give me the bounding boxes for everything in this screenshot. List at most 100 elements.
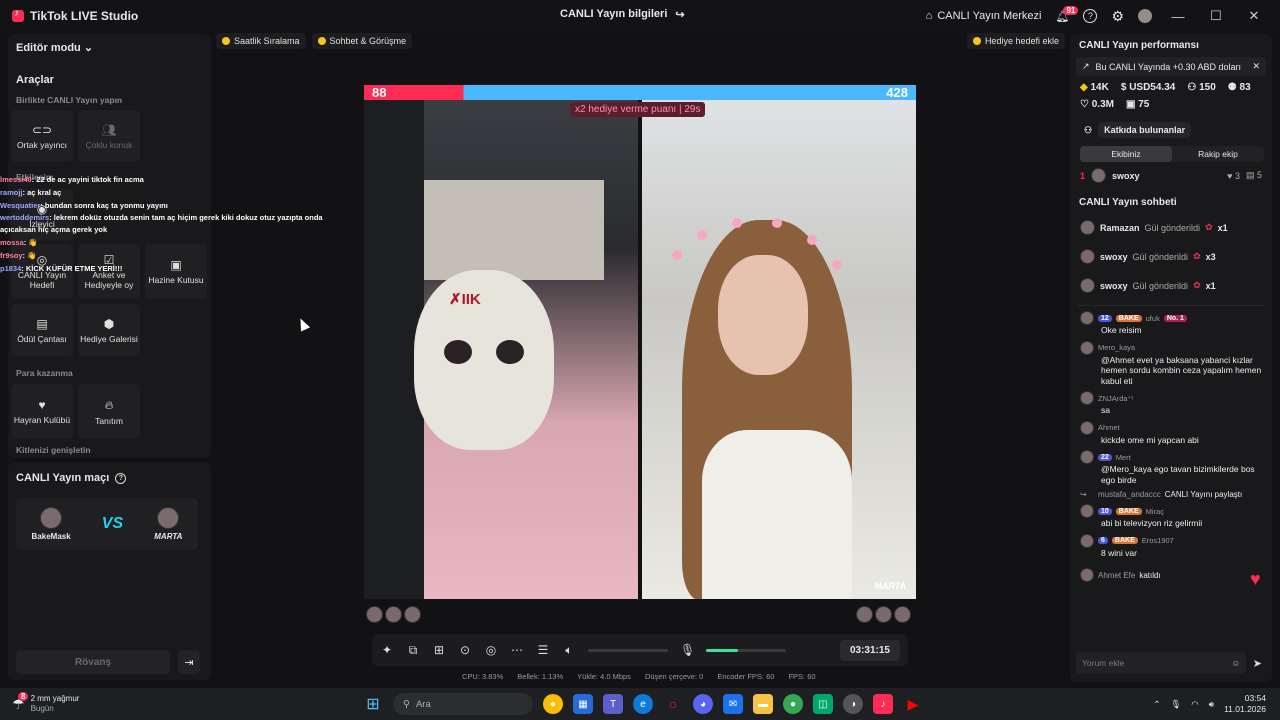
clock[interactable]: 03:54 11.01.2026 xyxy=(1224,693,1266,715)
tiktok-taskbar-icon[interactable]: ♪ xyxy=(873,694,893,714)
camera-switch-icon[interactable]: ◎ xyxy=(484,643,498,657)
gear-icon[interactable]: ⚙ xyxy=(1111,8,1124,25)
microphone-icon[interactable]: 🎙︎ xyxy=(1171,699,1182,710)
chrome-icon[interactable]: ● xyxy=(543,694,563,714)
tile-multi-guest[interactable]: 👥︎ Çoklu konuk xyxy=(78,110,140,162)
comment-item: 12 BAKE ufuk No. 1 Oke reisim xyxy=(1070,306,1272,336)
folder-icon[interactable]: ▬ xyxy=(753,694,773,714)
tile-fan-club[interactable]: ♥ Hayran Kulübü xyxy=(11,384,73,439)
volume-icon[interactable]: 🔊︎ xyxy=(1209,699,1214,710)
hourly-ranking-button[interactable]: Saatlik Sıralama xyxy=(216,33,306,49)
stat-cpu: CPU: 3.83% xyxy=(462,672,504,681)
add-gift-goal-button[interactable]: Hediye hedefi ekle xyxy=(966,33,1065,49)
teams-icon[interactable]: T xyxy=(603,694,623,714)
help-icon[interactable]: ? xyxy=(1083,9,1098,23)
mic-level-fill xyxy=(706,648,738,652)
performance-title: CANLI Yayın performansı xyxy=(1079,40,1199,51)
speaker-icon[interactable]: 🔈︎ xyxy=(562,643,576,658)
app-title: TikTok LIVE Studio xyxy=(30,9,139,23)
contributors-button[interactable]: Katkıda bulunanlar xyxy=(1098,122,1192,138)
record-icon[interactable]: ⊙ xyxy=(458,643,472,657)
profile-avatar[interactable] xyxy=(1138,9,1152,23)
mask-eye xyxy=(444,340,472,364)
chrome-profile-icon[interactable]: ● xyxy=(783,694,803,714)
tile-cohost[interactable]: ⊂⊃ Ortak yayıncı xyxy=(11,110,73,162)
tile-gift-gallery[interactable]: ⬢ Hediye Galerisi xyxy=(78,304,140,356)
vs-label: VS xyxy=(101,515,124,532)
avatar[interactable] xyxy=(404,606,421,623)
tile-reward-bag[interactable]: ▤ Ödül Çantası xyxy=(11,304,73,356)
screen-share-icon[interactable]: ⧉ xyxy=(406,643,420,658)
taskbar-search[interactable]: ⚲ Ara xyxy=(393,693,533,715)
avatar[interactable] xyxy=(875,606,892,623)
app-green-icon[interactable]: ◫ xyxy=(813,694,833,714)
edge-icon[interactable]: e xyxy=(633,694,653,714)
avatar xyxy=(1080,450,1094,464)
help-icon[interactable]: ? xyxy=(115,472,127,484)
magic-wand-icon[interactable]: ✦ xyxy=(380,643,394,657)
app-gray-icon[interactable]: ◑ xyxy=(843,694,863,714)
live-center-button[interactable]: ⌂ CANLI Yayın Merkezi xyxy=(926,10,1042,22)
avatar[interactable] xyxy=(366,606,383,623)
avatar xyxy=(40,507,63,529)
mic-level-slider[interactable] xyxy=(706,648,786,652)
rematch-button[interactable]: Rövanş xyxy=(16,650,170,674)
stream-controls: ✦ ⧉ ⊞ ⊙ ◎ ⋯ ☰ 🔈︎ 🎙︎ 03:31:15 xyxy=(372,634,908,666)
avatar[interactable] xyxy=(385,606,402,623)
exit-icon[interactable]: ⇥ xyxy=(178,650,200,674)
tab-our-team[interactable]: Ekibiniz xyxy=(1080,146,1172,162)
metrics-row-2: ♡ 0.3M ▣ 75 xyxy=(1070,93,1272,110)
left-top-gifters xyxy=(366,606,421,624)
tiktok-logo-icon xyxy=(12,8,24,22)
match-title: CANLI Yayın maçı xyxy=(16,472,110,484)
rank-gifts: ▤ 5 xyxy=(1245,170,1262,180)
live-info-button[interactable]: CANLI Yayın bilgileri ↪ xyxy=(560,8,685,21)
more-icon[interactable]: ⋯ xyxy=(510,643,524,657)
gift-item: swoxy Gül gönderildi ✿ x3 xyxy=(1070,235,1272,264)
weather-widget[interactable]: ☂ 8 2 mm yağmur Bugün xyxy=(0,691,330,714)
opera-icon[interactable]: ○ xyxy=(663,694,683,714)
microphone-icon[interactable]: 🎙︎ xyxy=(680,643,695,657)
close-icon[interactable]: ✕ xyxy=(1252,61,1260,72)
match-card[interactable]: BakeMask VS MARTA xyxy=(16,498,198,550)
mail-icon[interactable]: ✉ xyxy=(723,694,743,714)
discord-icon[interactable]: ◕ xyxy=(693,694,713,714)
stat-dropped: Düşen çerçeve: 0 xyxy=(644,672,704,681)
avatar[interactable] xyxy=(894,606,911,623)
flower xyxy=(807,235,817,245)
flower xyxy=(672,250,682,260)
chevron-up-icon[interactable]: ⌃ xyxy=(1153,699,1160,710)
tile-promote[interactable]: 🔥︎ Tanıtım xyxy=(78,384,140,439)
settings-sliders-icon[interactable]: ☰ xyxy=(536,643,550,657)
avatar[interactable] xyxy=(856,606,873,623)
metric-diamonds: ◆ 14K xyxy=(1080,82,1109,93)
layout-icon[interactable]: ⊞ xyxy=(432,643,446,657)
score-left: 88 xyxy=(372,85,387,100)
mask-eye xyxy=(496,340,524,364)
chat-meet-button[interactable]: Sohbet & Görüşme xyxy=(311,33,413,49)
close-button[interactable]: ✕ xyxy=(1242,8,1266,24)
minimize-button[interactable]: — xyxy=(1166,9,1190,24)
editor-mode-dropdown[interactable]: Editör modu ⌄ xyxy=(8,34,211,60)
taskbar: ☂ 8 2 mm yağmur Bugün ⊞ ⚲ Ara ● ▦ T e ○ ◕ ✉… xyxy=(0,688,1280,720)
volume-slider[interactable] xyxy=(588,648,668,652)
face xyxy=(718,255,808,375)
send-icon[interactable]: ➤ xyxy=(1253,657,1262,670)
skull-mask: ✗IIK xyxy=(414,270,554,450)
tools-title: Araçlar xyxy=(16,74,54,86)
network-icon[interactable]: ◠ xyxy=(1191,699,1198,710)
comment-input[interactable]: Yorum ekle ☺ xyxy=(1076,652,1246,674)
bell-icon[interactable]: 🔔︎ 91 xyxy=(1055,5,1079,23)
windows-start-icon[interactable]: ⊞ xyxy=(363,694,383,714)
emoji-icon[interactable]: ☺ xyxy=(1231,658,1240,668)
store-icon[interactable]: ▦ xyxy=(573,694,593,714)
rank-hearts: ♥ 3 xyxy=(1227,170,1240,181)
performance-stats: CPU: 3.83% Bellek: 1.13% Yükle: 4.0 Mbps… xyxy=(462,672,816,681)
rain-icon: ☂ 8 xyxy=(12,691,29,713)
team-toggle: Ekibiniz Rakip ekip xyxy=(1080,146,1264,162)
tab-rival-team[interactable]: Rakip ekip xyxy=(1172,146,1264,162)
youtube-icon[interactable]: ▶ xyxy=(903,694,923,714)
avatar xyxy=(1080,220,1095,235)
avatar xyxy=(1080,504,1094,518)
maximize-button[interactable]: ☐ xyxy=(1204,8,1228,24)
